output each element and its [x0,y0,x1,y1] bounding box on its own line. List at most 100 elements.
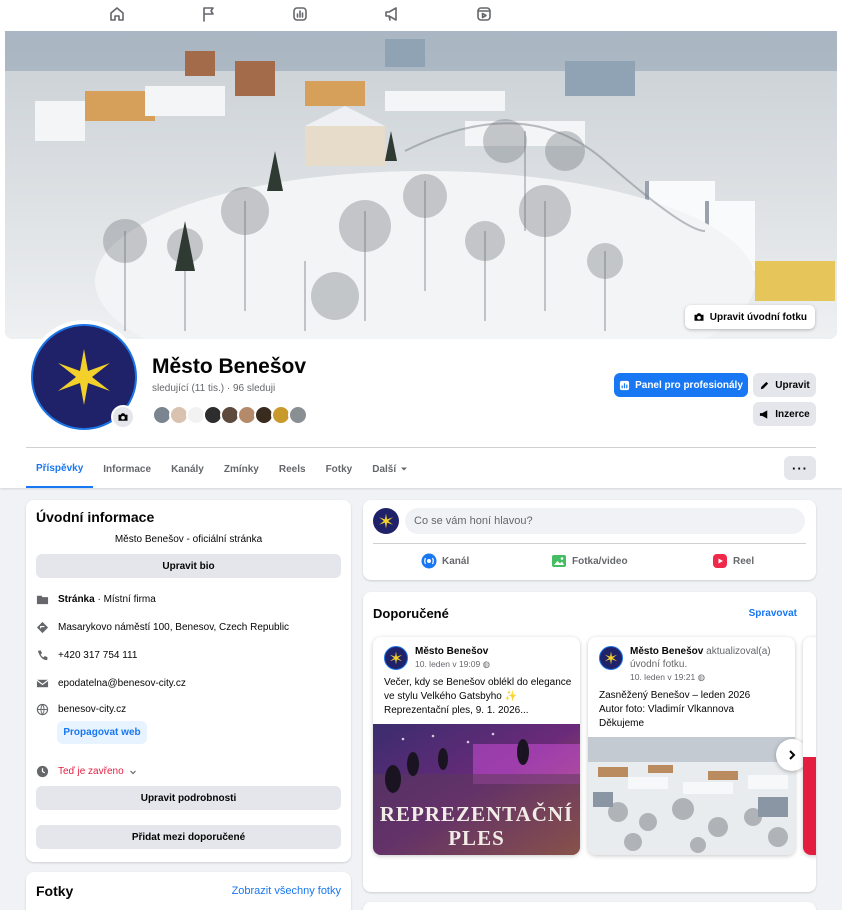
tab-photos[interactable]: Fotky [316,450,363,488]
advertise-button[interactable]: Inzerce [753,402,816,426]
home-icon[interactable] [108,5,126,23]
photo-video-label: Fotka/video [572,555,628,567]
megaphone-icon [760,409,768,419]
insights-icon[interactable] [291,5,309,23]
post-text-line: Večer, kdy se Benešov oblékl do elegance [384,677,572,688]
featured-title: Doporučené [373,606,449,621]
address-row[interactable]: Masarykovo náměstí 100, Benesov, Czech R… [36,621,289,634]
edit-cover-button[interactable]: Upravit úvodní fotku [684,305,815,329]
professional-dashboard-button[interactable]: Panel pro profesionály [614,373,748,397]
post-image[interactable]: REPREZENTAČNÍ PLES [373,724,580,855]
page-icon [36,595,49,605]
avatar-camera-button[interactable] [111,405,135,429]
reel-button[interactable]: Reel [712,551,754,571]
cover-photo[interactable]: Upravit úvodní fotku [5,31,837,339]
hours-row[interactable]: Teď je zavřeno [36,765,137,778]
post-input[interactable]: Co se vám honí hlavou? [405,508,805,534]
post-composer: Co se vám honí hlavou? Kanál Fotka/video… [363,500,816,580]
edit-page-button[interactable]: Upravit [753,373,816,397]
post-date-text: 10. leden v 19:09 [415,659,481,669]
promote-website-button[interactable]: Propagovat web [57,721,147,744]
partial-card-image [803,757,816,855]
photo-video-button[interactable]: Fotka/video [551,551,628,571]
email-text: epodatelna@benesov-city.cz [58,678,186,689]
page-category-row: Stránka · Místní firma [36,593,156,606]
chevron-right-icon [789,750,796,760]
post-text-line: Děkujeme [599,718,645,729]
composer-divider [373,543,806,544]
intro-card: Úvodní informace Město Benešov - oficiál… [26,500,351,862]
tab-posts[interactable]: Příspěvky [26,450,94,488]
edit-page-label: Upravit [775,379,810,391]
tab-reels[interactable]: Reels [269,450,316,488]
tab-about[interactable]: Informace [93,450,161,488]
envelope-icon [36,679,49,688]
post-image-caption-line: PLES [448,826,505,850]
partial-card-body [803,637,816,757]
follower-avatars[interactable] [152,405,308,425]
post-date[interactable]: 10. leden v 19:09 ◍ [415,659,490,670]
chevron-down-icon [401,467,408,471]
followers-count[interactable]: sledující (11 tis.) · 96 sleduji [152,383,275,394]
flag-icon[interactable] [200,5,218,23]
cover-image [5,31,837,339]
reel-label: Reel [733,555,755,567]
tab-channels[interactable]: Kanály [161,450,214,488]
globe-icon: ◍ [482,659,491,669]
globe-icon: ◍ [697,672,706,682]
camera-icon [118,413,128,421]
phone-row[interactable]: +420 317 754 111 [36,649,137,662]
see-all-photos-link[interactable]: Zobrazit všechny fotky [232,885,341,897]
next-section-card [363,902,816,910]
page-type-label: Stránka [58,594,95,605]
hours-status: Teď je zavřeno [58,766,124,777]
website-row[interactable]: benesov-city.cz [36,703,126,716]
avatar[interactable] [599,646,623,670]
post-text-line: ve stylu Velkého Gatsbyho ✨ [384,691,518,702]
edit-details-button[interactable]: Upravit podrobnosti [36,786,341,810]
edit-bio-button[interactable]: Upravit bio [36,554,341,578]
post-date[interactable]: 10. leden v 19:21 ◍ [630,672,705,683]
featured-post-card[interactable]: Město Benešov aktualizoval(a) úvodní fot… [588,637,795,855]
featured-post-card-partial[interactable] [803,637,816,855]
website-text: benesov-city.cz [58,704,127,715]
avatar[interactable] [384,646,408,670]
post-date-text: 10. leden v 19:21 [630,672,696,682]
post-author[interactable]: Město Benešov aktualizoval(a) úvodní fot… [630,645,790,671]
avatar[interactable] [373,508,399,534]
page-category-text: Stránka · Místní firma [58,594,156,605]
tab-more[interactable]: Další [362,450,418,488]
address-text: Masarykovo náměstí 100, Benesov, Czech R… [58,622,290,633]
dashboard-icon [620,380,630,390]
photos-card: Fotky Zobrazit všechny fotky [26,872,351,910]
post-image[interactable] [588,737,795,855]
avatar[interactable] [288,405,308,425]
add-featured-button[interactable]: Přidat mezi doporučené [36,825,341,849]
featured-section: Doporučené Spravovat Město Benešov 10. l… [363,592,816,892]
channel-label: Kanál [442,555,470,567]
pencil-icon [761,381,769,389]
more-options-button[interactable]: ··· [784,456,816,480]
video-icon[interactable] [475,5,493,23]
megaphone-icon[interactable] [383,5,401,23]
post-text-line: Zasněžený Benešov – leden 2026 [599,690,751,701]
edit-cover-label: Upravit úvodní fotku [709,311,807,323]
clock-icon [36,765,49,778]
featured-post-card[interactable]: Město Benešov 10. leden v 19:09 ◍ Večer,… [373,637,580,855]
manage-featured-link[interactable]: Spravovat [749,608,797,619]
post-author-name: Město Benešov [630,646,704,657]
tab-mentions[interactable]: Zmínky [214,450,269,488]
email-row[interactable]: epodatelna@benesov-city.cz [36,677,186,690]
tab-more-label: Další [372,463,397,475]
header-divider [26,447,816,448]
channel-button[interactable]: Kanál [421,551,469,571]
page-title: Město Benešov [152,355,307,378]
post-image-caption-line: REPREZENTAČNÍ [379,802,574,826]
post-author[interactable]: Město Benešov [415,645,575,658]
post-text-line: Autor foto: Vladimír Vlkannova [599,704,735,715]
star-logo-icon [379,513,393,529]
camera-icon [694,313,704,321]
post-text: Večer, kdy se Benešov oblékl do elegance… [384,676,574,718]
photos-title: Fotky [36,883,74,899]
advertise-label: Inzerce [775,408,810,420]
